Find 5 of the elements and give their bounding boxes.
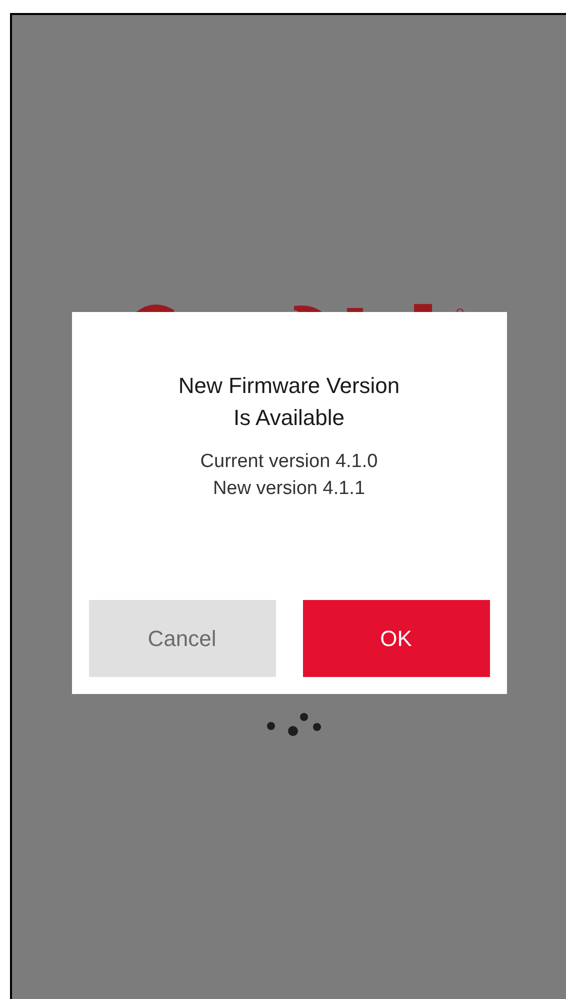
dialog-title: New Firmware Version Is Available [178,372,400,432]
dialog-message: Current version 4.1.0 New version 4.1.1 [200,450,378,501]
ok-button[interactable]: OK [302,600,490,677]
loading-spinner-icon [264,711,324,739]
cancel-button[interactable]: Cancel [88,600,276,677]
